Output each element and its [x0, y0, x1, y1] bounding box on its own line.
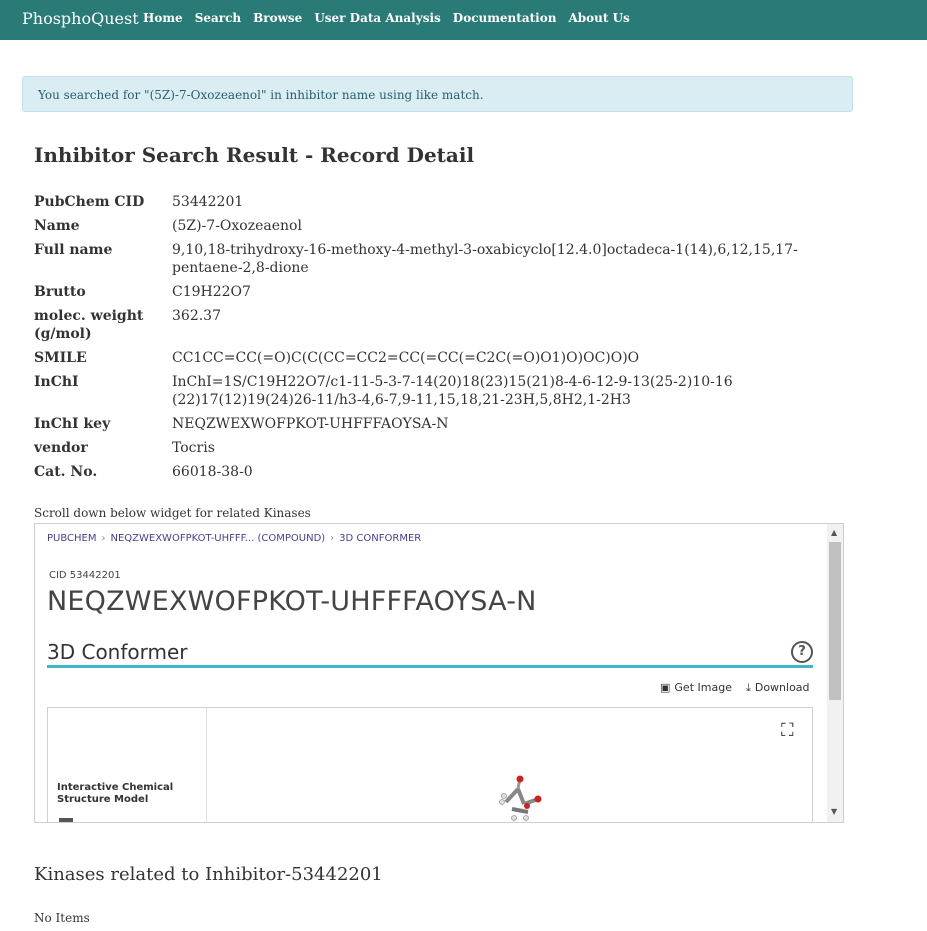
detail-value: (5Z)-7-Oxozeaenol	[172, 218, 302, 234]
download-icon: ⤓	[745, 681, 751, 694]
scroll-up-arrow-icon[interactable]: ▲	[831, 528, 837, 537]
detail-value: 362.37	[172, 308, 221, 324]
detail-row-inchi: InChI InChI=1S/C19H22O7/c1-11-5-3-7-14(2…	[34, 373, 854, 409]
nav-home[interactable]: Home	[143, 11, 183, 25]
molecule-model[interactable]	[488, 774, 548, 823]
detail-row-smile: SMILE CC1CC=CC(=O)C(C(CC=CC2=CC(=CC(=C2C…	[34, 349, 854, 367]
breadcrumb: PUBCHEM › NEQZWEXWOFPKOT-UHFFF... (COMPOUN…	[47, 533, 421, 544]
nav-documentation[interactable]: Documentation	[453, 11, 557, 25]
detail-key: molec. weight (g/mol)	[34, 308, 144, 342]
detail-value: 53442201	[172, 194, 244, 210]
detail-row-inchi-key: InChI key NEQZWEXWOFPKOT-UHFFFAOYSA-N	[34, 415, 854, 433]
detail-key: InChI key	[34, 416, 111, 432]
kinases-title: Kinases related to Inhibitor-53442201	[34, 864, 383, 885]
help-icon[interactable]: ?	[791, 641, 813, 663]
get-image-button[interactable]: ▣ Get Image	[660, 681, 732, 695]
page-title: Inhibitor Search Result - Record Detail	[34, 143, 475, 167]
viewer-side-panel: Interactive Chemical Structure Model	[48, 708, 207, 822]
detail-key: Cat. No.	[34, 464, 98, 480]
detail-row-pubchem-cid: PubChem CID 53442201	[34, 193, 854, 211]
breadcrumb-pubchem[interactable]: PUBCHEM	[47, 533, 96, 544]
nav-links: Home Search Browse User Data Analysis Do…	[143, 11, 642, 25]
section-underline	[47, 665, 813, 668]
detail-row-cat-no: Cat. No. 66018-38-0	[34, 463, 854, 481]
download-label: Download	[754, 681, 810, 694]
chevron-right-icon: ›	[101, 533, 106, 544]
detail-value: CC1CC=CC(=O)C(C(CC=CC2=CC(=CC(=C2C(=O)O1…	[172, 350, 640, 366]
3d-viewer[interactable]: Interactive Chemical Structure Model ⛶	[47, 707, 813, 823]
detail-key: Full name	[34, 242, 113, 258]
scroll-down-arrow-icon[interactable]: ▼	[831, 807, 837, 816]
get-image-label: Get Image	[674, 681, 732, 694]
no-items-text: No Items	[34, 911, 90, 925]
widget-scrollbar[interactable]: ▲ ▼	[827, 524, 843, 822]
detail-key: PubChem CID	[34, 194, 145, 210]
viewer-control-icon[interactable]	[59, 818, 73, 822]
compound-title: NEQZWEXWOFPKOT-UHFFFAOYSA-N	[47, 586, 537, 617]
pubchem-widget[interactable]: PUBCHEM › NEQZWEXWOFPKOT-UHFFF... (COMPOUN…	[34, 523, 844, 823]
search-info-alert: You searched for "(5Z)-7-Oxozeaenol" in …	[22, 76, 853, 112]
fullscreen-icon[interactable]: ⛶	[781, 720, 794, 741]
image-icon: ▣	[660, 681, 671, 694]
detail-key: SMILE	[34, 350, 87, 366]
detail-key: InChI	[34, 374, 79, 390]
breadcrumb-3d-conformer[interactable]: 3D CONFORMER	[339, 533, 421, 544]
download-button[interactable]: ⤓ Download	[746, 681, 810, 695]
detail-row-name: Name (5Z)-7-Oxozeaenol	[34, 217, 854, 235]
detail-value: NEQZWEXWOFPKOT-UHFFFAOYSA-N	[172, 416, 449, 432]
detail-row-brutto: Brutto C19H22O7	[34, 283, 854, 301]
record-detail-table: PubChem CID 53442201 Name (5Z)-7-Oxozeae…	[34, 193, 854, 487]
detail-value: 66018-38-0	[172, 464, 253, 480]
detail-value: 9,10,18-trihydroxy-16-methoxy-4-methyl-3…	[172, 242, 798, 276]
nav-about-us[interactable]: About Us	[568, 11, 629, 25]
navbar: PhosphoQuest Home Search Browse User Dat…	[0, 0, 927, 40]
scroll-thumb[interactable]	[829, 542, 841, 700]
cid-label: CID 53442201	[49, 570, 121, 581]
nav-browse[interactable]: Browse	[253, 11, 302, 25]
scroll-note: Scroll down below widget for related Kin…	[34, 506, 311, 520]
section-title: 3D Conformer	[47, 640, 188, 664]
detail-value: InChI=1S/C19H22O7/c1-11-5-3-7-14(20)18(2…	[172, 374, 733, 408]
detail-row-molec-weight: molec. weight (g/mol) 362.37	[34, 307, 854, 343]
breadcrumb-compound[interactable]: NEQZWEXWOFPKOT-UHFFF... (COMPOUND)	[110, 533, 325, 544]
side-label: Interactive Chemical Structure Model	[57, 782, 174, 805]
nav-search[interactable]: Search	[195, 11, 241, 25]
detail-key: vendor	[34, 440, 88, 456]
chevron-right-icon: ›	[330, 533, 335, 544]
detail-row-full-name: Full name 9,10,18-trihydroxy-16-methoxy-…	[34, 241, 854, 277]
detail-key: Name	[34, 218, 80, 234]
brand-link[interactable]: PhosphoQuest	[22, 9, 139, 28]
widget-actions: ▣ Get Image ⤓ Download	[660, 681, 810, 695]
nav-user-data-analysis[interactable]: User Data Analysis	[314, 11, 440, 25]
detail-value: C19H22O7	[172, 284, 251, 300]
detail-row-vendor: vendor Tocris	[34, 439, 854, 457]
detail-key: Brutto	[34, 284, 86, 300]
detail-value: Tocris	[172, 440, 215, 456]
